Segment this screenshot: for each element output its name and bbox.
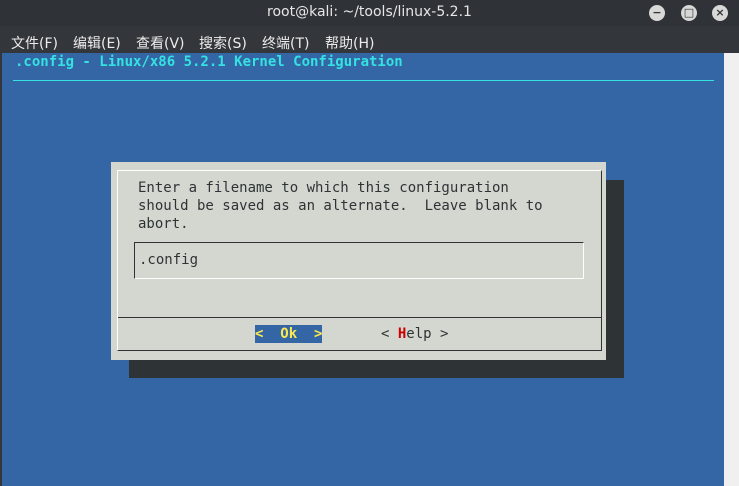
filename-input[interactable]: .config — [134, 242, 584, 279]
menu-file[interactable]: 文件(F) — [11, 33, 58, 53]
dialog-message: Enter a filename to which this configura… — [138, 179, 543, 233]
backtitle-divider — [13, 80, 714, 81]
message-line: abort. — [138, 216, 189, 232]
help-button-prefix: < — [381, 326, 398, 342]
button-separator — [118, 317, 601, 318]
backtitle: .config - Linux/x86 5.2.1 Kernel Configu… — [15, 54, 403, 70]
title-bar[interactable]: root@kali: ~/tools/linux-5.2.1 − □ × — [0, 0, 739, 26]
menu-bar: 文件(F) 编辑(E) 查看(V) 搜索(S) 终端(T) 帮助(H) — [0, 30, 739, 52]
menu-view[interactable]: 查看(V) — [136, 33, 185, 53]
message-line: should be saved as an alternate. Leave b… — [138, 198, 543, 214]
ok-button[interactable]: < Ok > — [255, 325, 323, 343]
menu-help[interactable]: 帮助(H) — [325, 33, 374, 53]
terminal-scrollbar[interactable] — [724, 53, 739, 486]
help-button[interactable]: < Help > — [381, 325, 448, 343]
filename-input-value[interactable]: .config — [139, 252, 198, 268]
close-button[interactable]: × — [712, 5, 728, 21]
window-title: root@kali: ~/tools/linux-5.2.1 — [267, 4, 472, 20]
terminal-window: root@kali: ~/tools/linux-5.2.1 − □ × 文件(… — [0, 0, 739, 486]
menu-terminal[interactable]: 终端(T) — [262, 33, 309, 53]
maximize-button[interactable]: □ — [681, 5, 697, 21]
terminal-area[interactable]: .config - Linux/x86 5.2.1 Kernel Configu… — [2, 53, 724, 486]
message-line: Enter a filename to which this configura… — [138, 180, 509, 196]
minimize-button[interactable]: − — [649, 5, 665, 21]
save-config-dialog: Enter a filename to which this configura… — [111, 162, 606, 360]
menu-edit[interactable]: 编辑(E) — [73, 33, 121, 53]
help-button-rest: elp > — [406, 326, 449, 342]
menu-search[interactable]: 搜索(S) — [199, 33, 247, 53]
